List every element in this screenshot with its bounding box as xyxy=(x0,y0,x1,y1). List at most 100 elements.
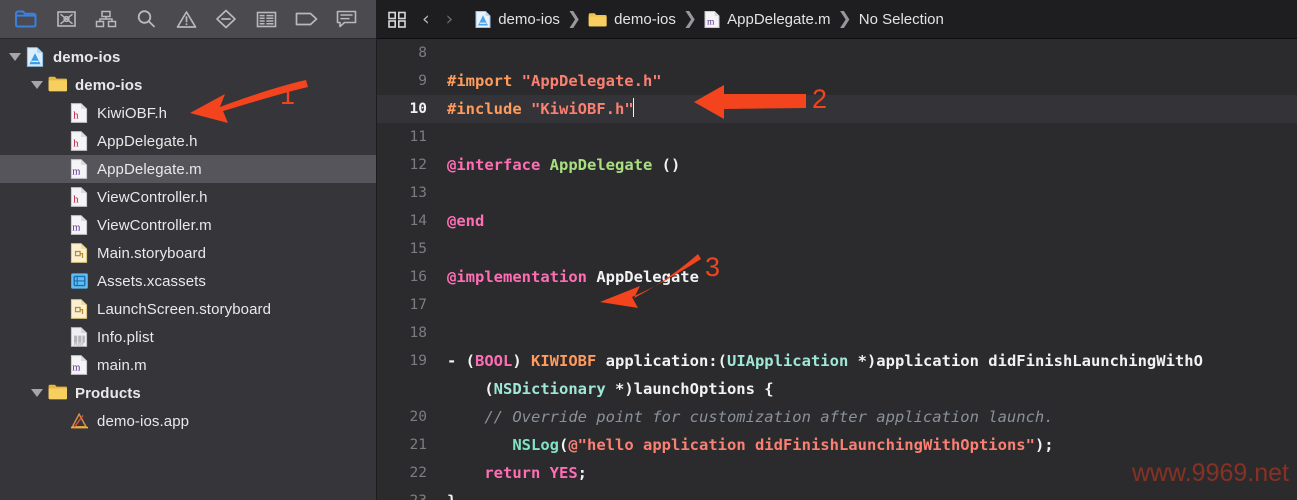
svg-text:h: h xyxy=(73,139,79,150)
line-number: 8 xyxy=(418,45,427,61)
code-token: - ( xyxy=(447,352,475,370)
code-line[interactable]: 23} xyxy=(377,487,1297,500)
code-line[interactable]: 8 xyxy=(377,39,1297,67)
debug-navigator-icon[interactable] xyxy=(246,4,286,34)
xcode-window: demo-ios demo-ios h KiwiOBF.h h AppDelegate.h… xyxy=(0,0,1297,500)
line-number: 22 xyxy=(409,465,427,481)
app-bundle-icon xyxy=(70,410,89,432)
navigate-back-button[interactable]: ‹ xyxy=(414,9,438,29)
breadcrumb-selection[interactable]: No Selection xyxy=(859,11,944,28)
code-token: ( xyxy=(559,436,569,454)
breakpoint-navigator-icon[interactable] xyxy=(286,4,326,34)
code-token: ); xyxy=(1034,436,1054,454)
code-token: ) xyxy=(512,352,531,370)
file-tree[interactable]: demo-ios demo-ios h KiwiOBF.h h AppDelegate.h… xyxy=(0,39,376,500)
code-line[interactable]: 13 xyxy=(377,179,1297,207)
test-navigator-icon[interactable] xyxy=(206,4,246,34)
line-number: 12 xyxy=(409,157,427,173)
code-line[interactable]: 15 xyxy=(377,235,1297,263)
tree-item-label: main.m xyxy=(97,356,147,374)
issue-navigator-icon[interactable] xyxy=(166,4,206,34)
code-line[interactable]: 21 NSLog(@"hello application didFinishLa… xyxy=(377,431,1297,459)
code-token: #include xyxy=(447,100,531,118)
code-line[interactable]: 19 - (BOOL) KIWIOBF application:(UIApplic… xyxy=(377,347,1297,375)
code-line[interactable]: 17 xyxy=(377,291,1297,319)
disclosure-triangle-icon[interactable] xyxy=(8,50,22,64)
project-navigator-pane: demo-ios demo-ios h KiwiOBF.h h AppDelegate.h… xyxy=(0,0,377,500)
line-number: 11 xyxy=(409,129,427,145)
code-line[interactable]: (NSDictionary *)launchOptions { xyxy=(377,375,1297,403)
navigate-forward-button[interactable]: › xyxy=(438,9,462,29)
tree-item-appdelegate-h[interactable]: h AppDelegate.h xyxy=(0,127,376,155)
code-line[interactable]: 22 return YES; xyxy=(377,459,1297,487)
tree-item-main-storyboard[interactable]: Main.storyboard xyxy=(0,239,376,267)
tree-item-appdelegate-m[interactable]: m AppDelegate.m xyxy=(0,155,376,183)
breadcrumb-selection-label: No Selection xyxy=(858,10,944,28)
code-token: KIWIOBF xyxy=(531,352,597,370)
tree-item-launchscreen-storyboard[interactable]: LaunchScreen.storyboard xyxy=(0,295,376,323)
related-items-icon[interactable] xyxy=(387,10,408,29)
line-number: 17 xyxy=(409,297,427,313)
code-text: } xyxy=(439,487,456,500)
breadcrumb-file-label: AppDelegate.m xyxy=(727,10,831,28)
code-line[interactable]: 18 xyxy=(377,319,1297,347)
breadcrumb-project[interactable]: demo-ios xyxy=(475,10,560,29)
code-line[interactable]: 11 xyxy=(377,123,1297,151)
code-line[interactable]: 12 @interface AppDelegate () xyxy=(377,151,1297,179)
disclosure-triangle-icon[interactable] xyxy=(30,386,44,400)
source-control-navigator-icon[interactable] xyxy=(46,4,86,34)
code-token: #import xyxy=(447,72,522,90)
tree-item-main-m[interactable]: m main.m xyxy=(0,351,376,379)
code-line[interactable]: 20 // Override point for customization a… xyxy=(377,403,1297,431)
code-line[interactable]: 16 @implementation AppDelegate xyxy=(377,263,1297,291)
breadcrumb-group-label: demo-ios xyxy=(614,10,676,28)
tree-item-kiwiobf-h[interactable]: h KiwiOBF.h xyxy=(0,99,376,127)
header-file-icon: h xyxy=(70,130,89,152)
source-code-area[interactable]: 8 9 #import "AppDelegate.h" 10 #include "Kiw… xyxy=(377,39,1297,500)
tree-item-demo-ios-app[interactable]: demo-ios.app xyxy=(0,407,376,435)
breadcrumb-file[interactable]: m AppDelegate.m xyxy=(704,10,831,29)
tree-item-viewcontroller-m[interactable]: m ViewController.m xyxy=(0,211,376,239)
project-navigator-icon[interactable] xyxy=(6,4,46,34)
code-token: YES xyxy=(549,464,578,482)
tree-item-info-plist[interactable]: PLIST Info.plist xyxy=(0,323,376,351)
code-token: *)launchOptions { xyxy=(605,380,774,398)
breadcrumb-group[interactable]: demo-ios xyxy=(588,11,676,28)
symbol-navigator-icon[interactable] xyxy=(86,4,126,34)
line-number: 19 xyxy=(409,353,427,369)
tree-item-label: KiwiOBF.h xyxy=(97,104,168,122)
breadcrumb-separator: ❯ xyxy=(566,9,582,29)
code-token: application:( xyxy=(596,352,727,370)
svg-text:m: m xyxy=(72,167,80,178)
code-token: @end xyxy=(447,212,485,230)
code-line[interactable]: 9 #import "AppDelegate.h" xyxy=(377,67,1297,95)
breadcrumb-separator: ❯ xyxy=(682,9,698,29)
code-token: *)application didFinishLaunchingWithO xyxy=(848,352,1203,370)
code-line[interactable]: 10 #include "KiwiOBF.h" xyxy=(377,95,1297,123)
code-token: AppDelegate xyxy=(549,156,653,174)
code-token: UIApplication xyxy=(726,352,849,370)
disclosure-triangle-icon[interactable] xyxy=(30,78,44,92)
storyboard-file-icon xyxy=(70,298,89,320)
report-navigator-icon[interactable] xyxy=(326,4,366,34)
breadcrumb-separator: ❯ xyxy=(837,9,852,29)
tree-item-label: Assets.xcassets xyxy=(97,272,207,290)
code-token: @implementation xyxy=(447,268,587,286)
tree-item-demo-ios[interactable]: demo-ios xyxy=(0,43,376,71)
code-line[interactable]: 14 @end xyxy=(377,207,1297,235)
tree-item-products[interactable]: Products xyxy=(0,379,376,407)
find-navigator-icon[interactable] xyxy=(126,4,166,34)
svg-text:m: m xyxy=(72,223,80,234)
tree-item-demo-ios[interactable]: demo-ios xyxy=(0,71,376,99)
objc-file-icon: m xyxy=(704,10,720,29)
tree-item-viewcontroller-h[interactable]: h ViewController.h xyxy=(0,183,376,211)
code-text: @interface AppDelegate () xyxy=(439,151,680,179)
line-number: 20 xyxy=(409,409,427,425)
tree-item-assets-xcassets[interactable]: Assets.xcassets xyxy=(0,267,376,295)
code-token: NSLog xyxy=(512,436,559,454)
code-text: @end xyxy=(439,207,484,235)
code-token: ( xyxy=(447,380,494,398)
code-token: // Override point for customization afte… xyxy=(447,408,1054,426)
tree-item-label: AppDelegate.m xyxy=(97,160,202,178)
